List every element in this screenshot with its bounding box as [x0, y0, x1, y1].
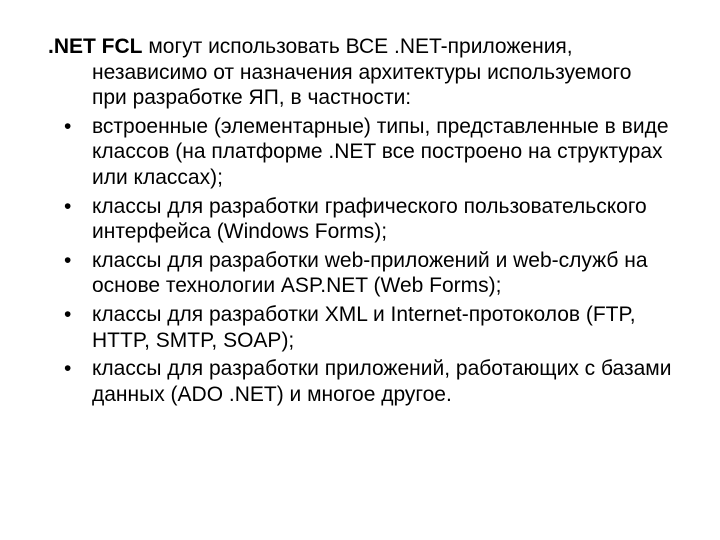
- list-item: классы для разработки XML и Internet-про…: [48, 302, 672, 353]
- list-item: классы для разработки графического польз…: [48, 194, 672, 245]
- list-item: классы для разработки приложений, работа…: [48, 356, 672, 407]
- list-item: классы для разработки web-приложений и w…: [48, 248, 672, 299]
- intro-paragraph: .NET FCL могут использовать ВСЕ .NET-при…: [48, 34, 672, 111]
- bullet-list: встроенные (элементарные) типы, представ…: [48, 114, 672, 408]
- intro-rest: могут использовать ВСЕ .NET-приложения, …: [92, 35, 631, 109]
- intro-bold: .NET FCL: [48, 35, 143, 58]
- slide: .NET FCL могут использовать ВСЕ .NET-при…: [0, 0, 720, 540]
- list-item: встроенные (элементарные) типы, представ…: [48, 114, 672, 191]
